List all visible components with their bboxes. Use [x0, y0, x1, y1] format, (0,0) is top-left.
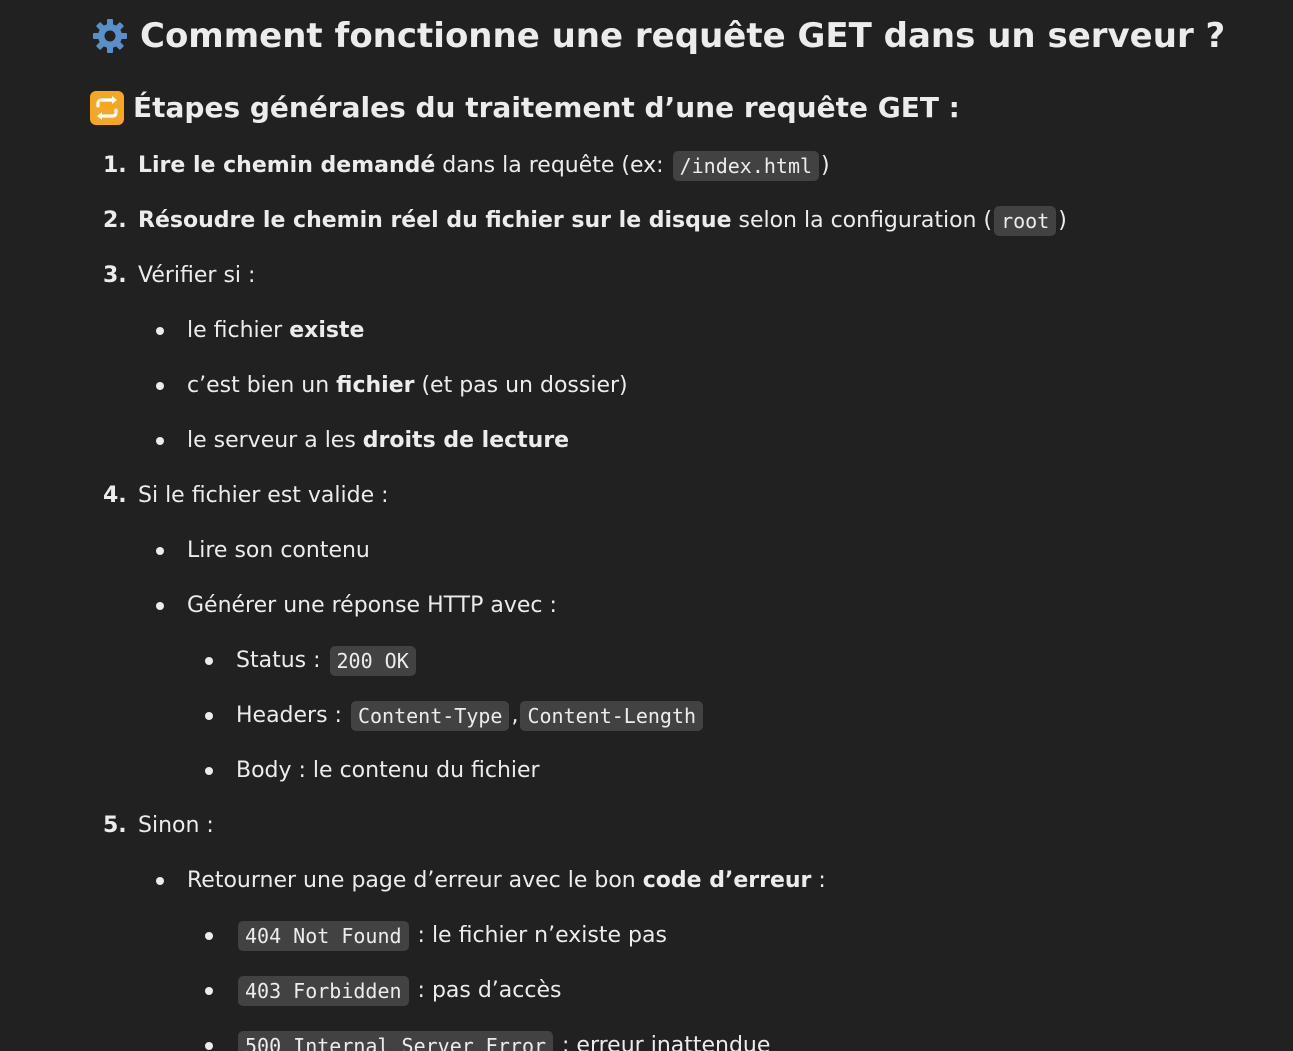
inline-code: Content-Length: [520, 700, 704, 731]
step-item: 3. Vérifier si : le fichier existe c’est…: [90, 248, 1270, 468]
step-item: 4. Si le fichier est valide : Lire son c…: [90, 468, 1270, 798]
step-item: 1. Lire le chemin demandé dans la requêt…: [90, 138, 1270, 193]
item-text: : erreur inattendue: [555, 1033, 771, 1051]
repeat-icon: [90, 91, 124, 125]
item-bold-text: droits de lecture: [362, 428, 570, 453]
inline-code: 403 Forbidden: [238, 975, 409, 1006]
bullet: [205, 1042, 213, 1050]
bullet: [156, 327, 164, 335]
inline-code: 500 Internal Server Error: [238, 1030, 554, 1051]
inline-code: Content-Type: [350, 700, 510, 731]
item-text: le fichier: [187, 318, 290, 343]
list-item: c’est bien un fichier (et pas un dossier…: [138, 358, 1270, 413]
inline-code: /index.html: [672, 150, 820, 181]
step-text: dans la requête (ex:: [435, 153, 671, 178]
document-content: Comment fonctionne une requête GET dans …: [90, 12, 1270, 1051]
sub-list: Retourner une page d’erreur avec le bon …: [138, 853, 1270, 1051]
bullet: [205, 712, 213, 720]
step-number: 5.: [103, 813, 127, 838]
page-title: Comment fonctionne une requête GET dans …: [90, 12, 1270, 60]
inline-code: 404 Not Found: [238, 920, 409, 951]
list-item: le fichier existe: [138, 303, 1270, 358]
gear-icon: [93, 19, 127, 53]
item-text: c’est bien un: [187, 373, 337, 398]
bullet: [156, 437, 164, 445]
step-number: 2.: [103, 208, 127, 233]
step-text: selon la configuration (: [731, 208, 993, 233]
steps-list: 1. Lire le chemin demandé dans la requêt…: [90, 138, 1270, 1051]
bullet: [156, 602, 164, 610]
item-text: le serveur a les: [187, 428, 363, 453]
bullet: [205, 657, 213, 665]
step-item: 2. Résoudre le chemin réel du fichier su…: [90, 193, 1270, 248]
bullet: [205, 767, 213, 775]
list-item: le serveur a les droits de lecture: [138, 413, 1270, 468]
list-item: Body : le contenu du fichier: [187, 743, 1270, 798]
step-number: 4.: [103, 483, 127, 508]
list-item: Générer une réponse HTTP avec : Status :…: [138, 578, 1270, 798]
step-number: 1.: [103, 153, 127, 178]
list-item: 403 Forbidden : pas d’accès: [187, 963, 1270, 1018]
step-bold-text: Lire le chemin demandé: [138, 153, 436, 178]
step-text: Vérifier si :: [138, 263, 256, 288]
list-item: 500 Internal Server Error : erreur inatt…: [187, 1018, 1270, 1051]
item-bold-text: fichier: [336, 373, 415, 398]
step-text: Si le fichier est valide :: [138, 483, 389, 508]
list-item: 404 Not Found : le fichier n’existe pas: [187, 908, 1270, 963]
nested-list: Status : 200 OK Headers : Content-Type, C…: [187, 633, 1270, 798]
inline-code: 200 OK: [329, 645, 416, 676]
item-text: Headers :: [236, 703, 349, 728]
step-number: 3.: [103, 263, 127, 288]
bullet: [205, 987, 213, 995]
item-text: Lire son contenu: [187, 538, 370, 563]
item-text: Status :: [236, 648, 328, 673]
step-item: 5. Sinon : Retourner une page d’erreur a…: [90, 798, 1270, 1051]
list-item: Retourner une page d’erreur avec le bon …: [138, 853, 1270, 1051]
item-text: Générer une réponse HTTP avec :: [187, 593, 557, 618]
item-text: Body : le contenu du fichier: [236, 758, 540, 783]
item-text-after: :: [811, 868, 826, 893]
bullet: [156, 382, 164, 390]
nested-list: 404 Not Found : le fichier n’existe pas …: [187, 908, 1270, 1051]
item-text: : le fichier n’existe pas: [410, 923, 667, 948]
sub-list: Lire son contenu Générer une réponse HTT…: [138, 523, 1270, 798]
page-title-text: Comment fonctionne une requête GET dans …: [140, 16, 1226, 56]
item-text: : pas d’accès: [410, 978, 562, 1003]
step-bold-text: Résoudre le chemin réel du fichier sur l…: [138, 208, 732, 233]
item-text-after: (et pas un dossier): [414, 373, 628, 398]
item-bold-text: code d’erreur: [642, 868, 812, 893]
item-bold-text: existe: [289, 318, 365, 343]
list-item: Headers : Content-Type, Content-Length: [187, 688, 1270, 743]
step-text-after: ): [1058, 208, 1067, 233]
list-item: Status : 200 OK: [187, 633, 1270, 688]
item-text: Retourner une page d’erreur avec le bon: [187, 868, 643, 893]
list-item: Lire son contenu: [138, 523, 1270, 578]
separator: ,: [511, 703, 519, 728]
step-text: Sinon :: [138, 813, 214, 838]
section-heading: Étapes générales du traitement d’une req…: [90, 84, 1270, 132]
bullet: [156, 547, 164, 555]
sub-list: le fichier existe c’est bien un fichier …: [138, 303, 1270, 468]
bullet: [156, 877, 164, 885]
inline-code: root: [994, 205, 1057, 236]
section-heading-text: Étapes générales du traitement d’une req…: [133, 91, 960, 124]
step-text-after: ): [821, 153, 830, 178]
bullet: [205, 932, 213, 940]
